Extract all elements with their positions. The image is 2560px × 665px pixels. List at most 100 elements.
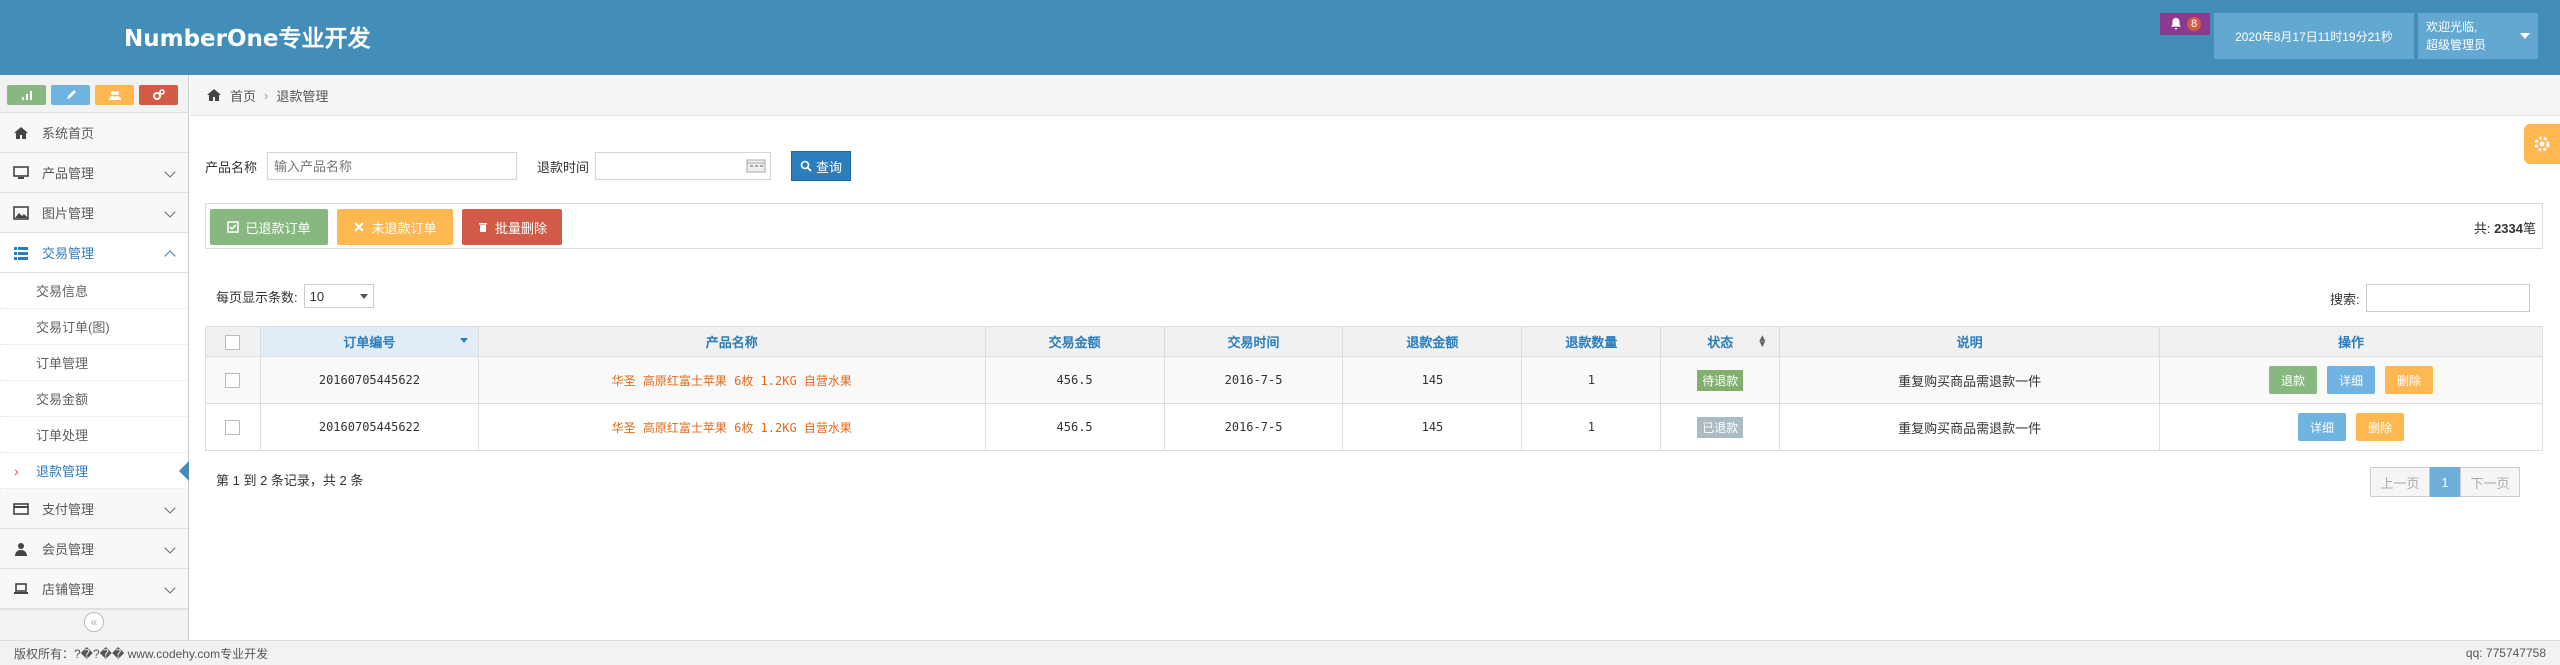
row-checkbox[interactable] bbox=[225, 419, 241, 435]
user-icon bbox=[12, 540, 30, 558]
product-name-link[interactable]: 华圣 高原红富士苹果 6枚 1.2KG 自营水果 bbox=[612, 374, 852, 388]
user-role: 超级管理员 bbox=[2426, 38, 2487, 52]
product-name-input[interactable] bbox=[267, 152, 518, 180]
table-search-label: 搜索: bbox=[2330, 291, 2360, 307]
submenu-item-order-processing[interactable]: 订单处理 bbox=[0, 417, 188, 453]
chevron-down-icon bbox=[164, 206, 176, 218]
col-product-name: 产品名称 bbox=[477, 326, 986, 357]
total-value: 2334 bbox=[2494, 221, 2523, 236]
welcome-text: 欢迎光临, bbox=[2426, 20, 2478, 34]
copyright-text: 版权所有：?�?�� www.codehy.com专业开发 bbox=[14, 646, 269, 661]
home-icon bbox=[12, 124, 30, 142]
pencil-icon bbox=[66, 90, 76, 99]
sidebar-collapse-button[interactable]: « bbox=[0, 609, 188, 633]
action-bar: 已退款订单 未退款订单 批量删除 共: 2334笔 bbox=[205, 203, 2543, 249]
col-refund-qty: 退款数量 bbox=[1521, 326, 1662, 357]
signal-shortcut-button[interactable] bbox=[7, 85, 46, 105]
chevron-down-icon bbox=[164, 166, 176, 178]
chevron-down-icon bbox=[164, 502, 176, 514]
calendar-icon bbox=[746, 159, 766, 173]
close-icon bbox=[354, 222, 365, 232]
datetime-display: 2020年8月17日11时19分21秒 bbox=[2214, 13, 2414, 59]
page-length-label: 每页显示条数: bbox=[216, 289, 298, 305]
sidebar-item-products[interactable]: 产品管理 bbox=[0, 153, 188, 193]
sidebar-item-label: 系统首页 bbox=[42, 126, 95, 141]
page-1-button[interactable]: 1 bbox=[2430, 467, 2460, 497]
batch-delete-label: 批量删除 bbox=[494, 220, 547, 236]
detail-button[interactable]: 详细 bbox=[2327, 366, 2376, 394]
col-order-no[interactable]: 订单编号 bbox=[259, 326, 479, 357]
sidebar: 系统首页 产品管理 图片管理 交易管理 交易信息 交易订单(图) 订单管理 交易… bbox=[0, 75, 189, 640]
col-refund-amount: 退款金额 bbox=[1342, 326, 1523, 357]
delete-button[interactable]: 删除 bbox=[2356, 413, 2405, 441]
refund-time-input[interactable] bbox=[595, 152, 772, 180]
prev-page-button[interactable]: 上一页 bbox=[2370, 467, 2430, 497]
batch-delete-button[interactable]: 批量删除 bbox=[462, 209, 562, 245]
double-chevron-left-icon: « bbox=[84, 611, 104, 632]
note-cell: 重复购买商品需退款一件 bbox=[1779, 403, 2161, 451]
list-icon bbox=[12, 244, 30, 262]
table-search-input[interactable] bbox=[2365, 284, 2530, 312]
chevron-down-icon bbox=[164, 542, 176, 554]
detail-button[interactable]: 详细 bbox=[2298, 413, 2347, 441]
pencil-shortcut-button[interactable] bbox=[51, 85, 90, 105]
submenu-item-transaction-orders-chart[interactable]: 交易订单(图) bbox=[0, 309, 188, 345]
delete-button[interactable]: 删除 bbox=[2385, 366, 2434, 394]
refunded-orders-label: 已退款订单 bbox=[245, 220, 311, 236]
chevron-up-icon bbox=[164, 250, 176, 262]
page-length-control: 每页显示条数: 10 bbox=[216, 284, 374, 308]
cogs-shortcut-button[interactable] bbox=[139, 85, 178, 105]
sidebar-item-home[interactable]: 系统首页 bbox=[0, 113, 188, 153]
user-menu[interactable]: 欢迎光临, 超级管理员 bbox=[2418, 13, 2538, 59]
breadcrumb-separator: › bbox=[264, 87, 269, 103]
table-header-row: 订单编号 产品名称 交易金额 交易时间 退款金额 退款数量 状态 ▲ ▼ 说明 操作 bbox=[205, 326, 2543, 357]
breadcrumb-home-link[interactable]: 首页 bbox=[230, 86, 256, 105]
submenu-item-transaction-amount[interactable]: 交易金额 bbox=[0, 381, 188, 417]
submenu-item-refund-management[interactable]: 退款管理 bbox=[0, 453, 189, 489]
submenu-item-transaction-info[interactable]: 交易信息 bbox=[0, 273, 188, 309]
chevron-down-icon bbox=[164, 582, 176, 594]
table-row: 20160705445622 华圣 高原红富士苹果 6枚 1.2KG 自营水果 … bbox=[205, 403, 2543, 451]
sidebar-item-label: 图片管理 bbox=[42, 206, 95, 221]
page-length-select[interactable]: 10 bbox=[303, 284, 374, 308]
sidebar-item-stores[interactable]: 店铺管理 bbox=[0, 569, 188, 609]
query-button[interactable]: 查询 bbox=[791, 151, 852, 181]
col-status[interactable]: 状态 ▲ ▼ bbox=[1660, 326, 1781, 357]
refund-button[interactable]: 退款 bbox=[2269, 366, 2318, 394]
product-name-link[interactable]: 华圣 高原红富士苹果 6枚 1.2KG 自营水果 bbox=[612, 421, 852, 435]
search-form: 产品名称 退款时间 查询 bbox=[205, 151, 852, 181]
sort-both-icon: ▲ ▼ bbox=[1757, 333, 1768, 350]
users-shortcut-button[interactable] bbox=[95, 85, 134, 105]
col-amount: 交易金额 bbox=[984, 326, 1165, 357]
brand-title[interactable]: NumberOne专业开发 bbox=[124, 19, 371, 53]
settings-toggle-button[interactable] bbox=[2524, 124, 2560, 164]
top-header: NumberOne专业开发 8 2020年8月17日11时19分21秒 欢迎光临… bbox=[0, 0, 2560, 75]
amount-cell: 456.5 bbox=[984, 403, 1165, 451]
row-checkbox[interactable] bbox=[225, 372, 241, 388]
col-operations: 操作 bbox=[2159, 326, 2543, 357]
sidebar-item-pictures[interactable]: 图片管理 bbox=[0, 193, 188, 233]
refund-qty-cell: 1 bbox=[1521, 356, 1662, 404]
sidebar-item-label: 交易管理 bbox=[42, 246, 95, 261]
total-count: 共: 2334笔 bbox=[2474, 218, 2536, 237]
order-no-cell: 20160705445622 bbox=[259, 356, 479, 404]
notification-badge: 8 bbox=[2186, 17, 2202, 31]
submenu-item-order-management[interactable]: 订单管理 bbox=[0, 345, 188, 381]
time-cell: 2016-7-5 bbox=[1163, 356, 1344, 404]
sidebar-item-label: 支付管理 bbox=[42, 502, 95, 517]
notifications-button[interactable]: 8 bbox=[2160, 13, 2210, 35]
refund-time-label: 退款时间 bbox=[537, 159, 590, 175]
footer: 版权所有：?�?�� www.codehy.com专业开发 qq: 775747… bbox=[0, 640, 2560, 665]
breadcrumb-current: 退款管理 bbox=[276, 88, 329, 104]
sidebar-item-members[interactable]: 会员管理 bbox=[0, 529, 188, 569]
refunded-orders-button[interactable]: 已退款订单 bbox=[210, 209, 328, 245]
refund-table: 订单编号 产品名称 交易金额 交易时间 退款金额 退款数量 状态 ▲ ▼ 说明 操作… bbox=[205, 326, 2543, 451]
sidebar-item-transactions[interactable]: 交易管理 bbox=[0, 233, 188, 273]
sidebar-item-payments[interactable]: 支付管理 bbox=[0, 489, 188, 529]
select-all-checkbox[interactable] bbox=[225, 334, 241, 350]
unrefunded-orders-button[interactable]: 未退款订单 bbox=[337, 209, 453, 245]
time-cell: 2016-7-5 bbox=[1163, 403, 1344, 451]
order-no-cell: 20160705445622 bbox=[259, 403, 479, 451]
total-prefix: 共: bbox=[2473, 221, 2491, 236]
next-page-button[interactable]: 下一页 bbox=[2460, 467, 2520, 497]
